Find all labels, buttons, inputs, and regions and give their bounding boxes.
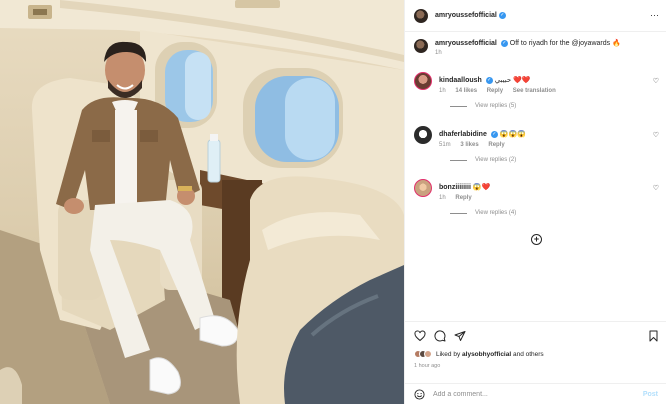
verified-badge-icon: ✓ xyxy=(485,76,493,84)
comment-likes[interactable]: 14 likes xyxy=(455,88,477,94)
load-more-comments-icon[interactable]: + xyxy=(531,234,542,245)
comment-likes[interactable]: 3 likes xyxy=(460,142,478,148)
share-icon[interactable] xyxy=(454,330,466,342)
caption-username[interactable]: amryoussefofficial xyxy=(435,40,497,47)
fire-emoji: 🔥 xyxy=(612,40,621,47)
reply-button[interactable]: Reply xyxy=(455,195,471,201)
likes-prefix: Liked by xyxy=(436,350,463,358)
commenter-username[interactable]: dhaferlabidine xyxy=(439,131,487,138)
post-photo[interactable] xyxy=(0,0,404,404)
comment-icon[interactable] xyxy=(434,330,446,342)
view-replies-label: View replies (4) xyxy=(475,210,517,216)
view-replies-button[interactable]: View replies (4) xyxy=(450,210,666,216)
emoji-icon[interactable] xyxy=(414,388,425,400)
likes-suffix[interactable]: and others xyxy=(511,351,544,358)
divider-line xyxy=(450,105,467,107)
comment-item: kindaalloush ✓ حبيبي ❤️❤️ 1h 14 likes Re… xyxy=(414,72,666,109)
comment-like-heart-icon[interactable]: ♡ xyxy=(653,131,659,139)
post-header: amryoussefofficial ✓ ··· xyxy=(405,0,666,32)
likes-summary[interactable]: Liked by alysobhyofficial and others xyxy=(414,350,544,358)
post-caption: amryoussefofficial ✓ Off to riyadh for t… xyxy=(414,39,659,56)
liker-avatar xyxy=(424,350,432,358)
verified-badge-icon: ✓ xyxy=(500,39,508,47)
liker-username[interactable]: alysobhyofficial xyxy=(462,351,511,358)
comment-item: bonziiiiiiii 😱❤️ 1h Reply ♡ View replies… xyxy=(414,179,666,216)
comment-time[interactable]: 1h xyxy=(439,195,446,201)
post-age[interactable]: 1 hour ago xyxy=(414,363,440,369)
verified-badge-icon: ✓ xyxy=(490,130,498,138)
comment-like-heart-icon[interactable]: ♡ xyxy=(653,184,659,192)
commenter-username[interactable]: bonziiiiiiii xyxy=(439,184,471,191)
comment-text: 😱❤️ xyxy=(472,184,491,191)
post-side-panel: amryoussefofficial ✓ ··· amryoussefoffic… xyxy=(404,0,666,404)
divider-line xyxy=(450,159,467,161)
add-comment-bar: Post xyxy=(405,383,666,404)
view-replies-button[interactable]: View replies (5) xyxy=(450,103,666,109)
jet-cabin-photo xyxy=(0,0,404,404)
caption-text: Off to riyadh for the @joyawards xyxy=(509,40,611,47)
view-replies-label: View replies (5) xyxy=(475,103,517,109)
caption-avatar[interactable] xyxy=(414,39,428,53)
author-username[interactable]: amryoussefofficial xyxy=(435,12,497,19)
comment-time[interactable]: 51m xyxy=(439,142,451,148)
comment-text: 😱😱😱 xyxy=(499,131,526,138)
comment-text: حبيبي ❤️❤️ xyxy=(494,77,531,84)
comment-input[interactable] xyxy=(433,390,633,398)
view-replies-label: View replies (2) xyxy=(475,157,517,163)
more-options-icon[interactable]: ··· xyxy=(650,10,659,20)
caption-time[interactable]: 1h xyxy=(435,50,621,56)
commenter-avatar[interactable] xyxy=(414,72,432,90)
comment-like-heart-icon[interactable]: ♡ xyxy=(653,77,659,85)
view-replies-button[interactable]: View replies (2) xyxy=(450,157,666,163)
commenter-avatar[interactable] xyxy=(414,126,432,144)
heart-icon[interactable] xyxy=(414,330,426,342)
reply-button[interactable]: Reply xyxy=(487,88,503,94)
see-translation-button[interactable]: See translation xyxy=(513,88,556,94)
comment-item: dhaferlabidine ✓ 😱😱😱 51m 3 likes Reply ♡… xyxy=(414,126,666,163)
commenter-username[interactable]: kindaalloush xyxy=(439,77,482,84)
verified-badge-icon: ✓ xyxy=(498,12,506,19)
reply-button[interactable]: Reply xyxy=(488,142,504,148)
comment-time[interactable]: 1h xyxy=(439,88,446,94)
divider-line xyxy=(450,212,467,214)
post-actions: Liked by alysobhyofficial and others 1 h… xyxy=(405,321,666,383)
post-comment-button[interactable]: Post xyxy=(643,391,658,398)
bookmark-icon[interactable] xyxy=(648,330,659,342)
commenter-avatar[interactable] xyxy=(414,179,432,197)
author-avatar[interactable] xyxy=(414,8,428,23)
